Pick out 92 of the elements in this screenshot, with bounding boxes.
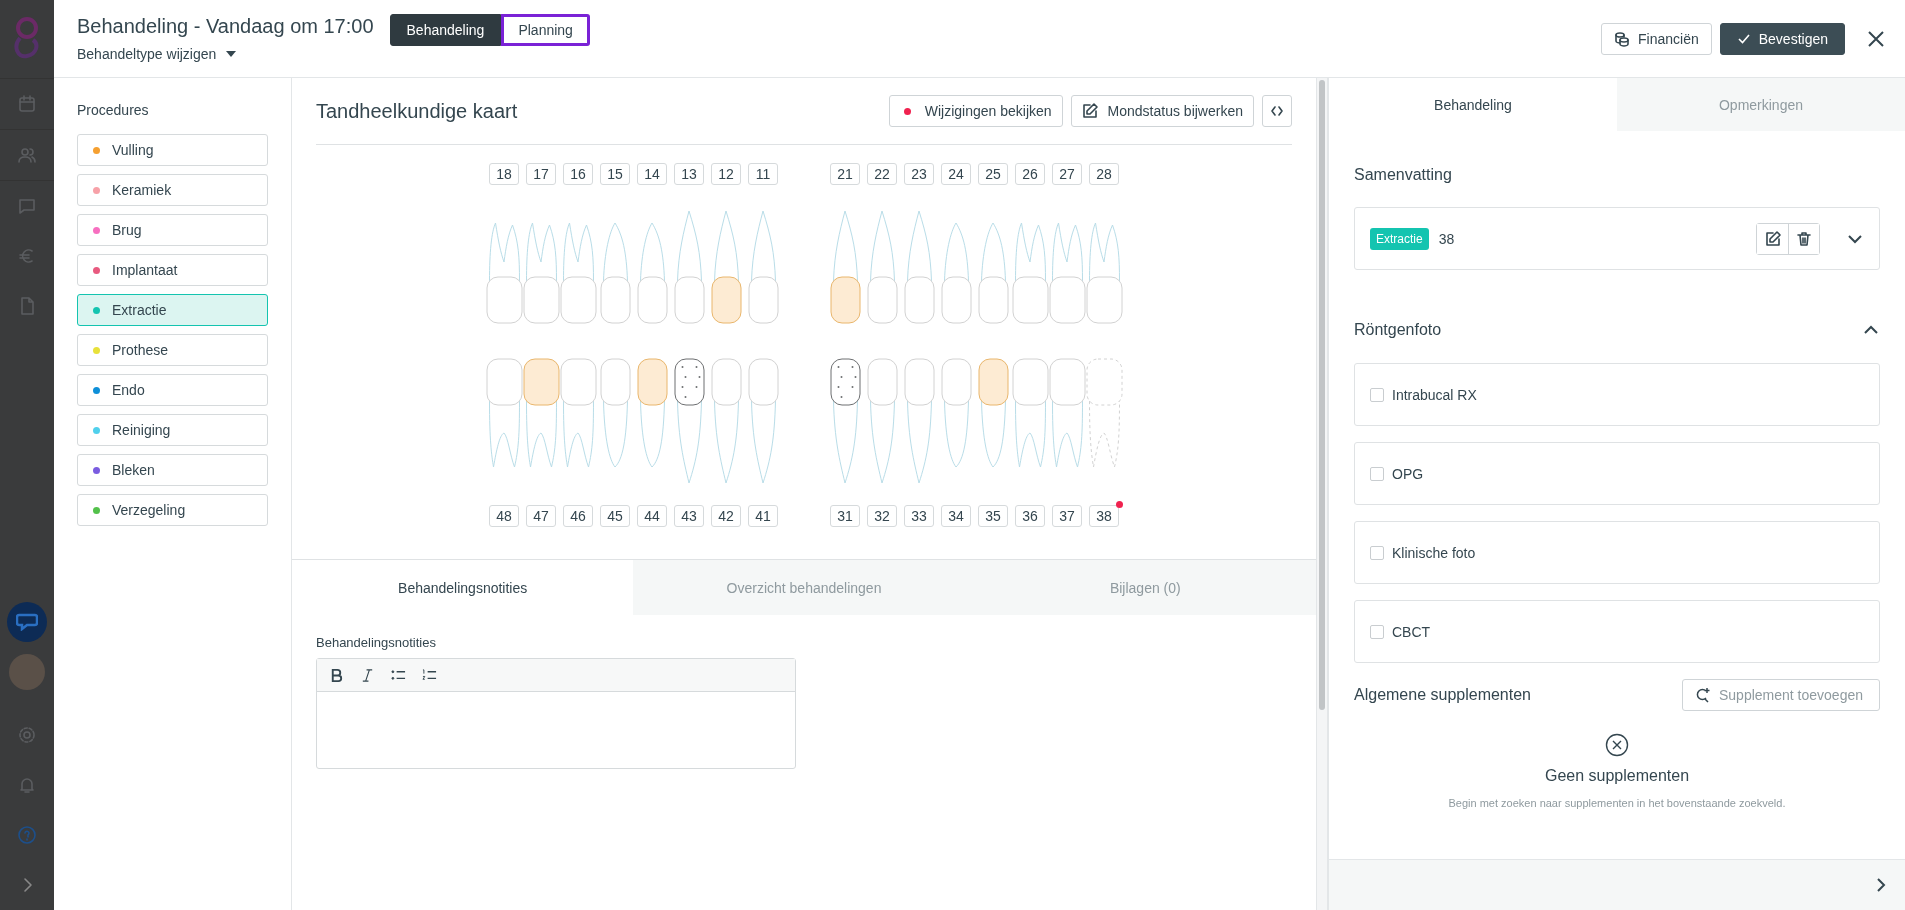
- tooth-number[interactable]: 48: [489, 505, 519, 527]
- confirm-button[interactable]: Bevestigen: [1719, 22, 1845, 55]
- calendar-icon: [18, 95, 36, 113]
- procedure-item[interactable]: Reiniging: [77, 414, 268, 446]
- status-dot: [903, 107, 911, 115]
- edit-icon: [1081, 103, 1098, 119]
- view-changes-button[interactable]: Wijzigingen bekijken: [888, 95, 1063, 127]
- procedure-item[interactable]: Bleken: [77, 454, 268, 486]
- chat-icon: [18, 197, 36, 215]
- view-tab[interactable]: Behandeling: [389, 13, 502, 46]
- tooth-number[interactable]: 13: [674, 163, 704, 185]
- procedure-item[interactable]: Vulling: [77, 134, 268, 166]
- tooth-number[interactable]: 27: [1052, 163, 1082, 185]
- checkbox-label: CBCT: [1392, 623, 1431, 640]
- procedure-tag: Extractie: [1370, 227, 1429, 250]
- scrollbar-thumb[interactable]: [1319, 80, 1325, 710]
- close-circle-icon: [1605, 733, 1629, 757]
- edit-icon[interactable]: [1764, 230, 1781, 247]
- tooth-number[interactable]: 26: [1015, 163, 1045, 185]
- section-title: Samenvatting: [1354, 166, 1453, 184]
- tooth-number[interactable]: 35: [978, 505, 1008, 527]
- procedure-item[interactable]: Implantaat: [77, 254, 268, 286]
- tooth-number[interactable]: 16: [563, 163, 593, 185]
- tooth-number[interactable]: 21: [830, 163, 860, 185]
- checkbox-label: Intrabucal RX: [1392, 386, 1477, 403]
- tooth-number[interactable]: 41: [748, 505, 778, 527]
- treatment-type-dropdown[interactable]: Behandeltype wijzigen: [77, 46, 374, 62]
- section-title: Algemene supplementen: [1354, 686, 1531, 704]
- tooth-number[interactable]: 12: [711, 163, 741, 185]
- caret-icon: [226, 51, 237, 57]
- chart-title: Tandheelkundige kaart: [316, 99, 519, 123]
- procedure-item[interactable]: Prothese: [77, 334, 268, 366]
- checkbox-label: OPG: [1392, 465, 1424, 482]
- tooth-number[interactable]: 22: [867, 163, 897, 185]
- tooth-number[interactable]: 14: [637, 163, 667, 185]
- code-button[interactable]: [1262, 95, 1292, 127]
- document-icon: [18, 297, 36, 315]
- tooth-number[interactable]: 33: [904, 505, 934, 527]
- tooth-number[interactable]: 44: [637, 505, 667, 527]
- tooth-number[interactable]: 11: [748, 163, 778, 185]
- tooth-number[interactable]: 23: [904, 163, 934, 185]
- chat-button[interactable]: [7, 602, 47, 642]
- tooth-number[interactable]: 42: [711, 505, 741, 527]
- tooth-number[interactable]: 32: [867, 505, 897, 527]
- tooth-number[interactable]: 37: [1052, 505, 1082, 527]
- tooth-number[interactable]: 18: [489, 163, 519, 185]
- checkbox[interactable]: [1370, 545, 1384, 560]
- tooth-number[interactable]: 28: [1089, 163, 1119, 185]
- view-tab[interactable]: Planning: [501, 13, 590, 46]
- page-title: Behandeling - Vandaag om 17:00: [77, 15, 374, 38]
- field-label: Behandelingsnotities: [316, 635, 437, 650]
- code-icon: [1271, 105, 1283, 117]
- tooth-number[interactable]: 31: [830, 505, 860, 527]
- bold-icon[interactable]: [329, 667, 344, 683]
- search-plus-icon: [1695, 687, 1711, 703]
- checkbox[interactable]: [1370, 466, 1384, 481]
- euro-icon: [18, 247, 36, 265]
- update-status-button[interactable]: Mondstatus bijwerken: [1070, 95, 1254, 127]
- close-icon: [1867, 29, 1885, 48]
- checkbox-label: Klinische foto: [1392, 544, 1476, 561]
- tooth-number[interactable]: 47: [526, 505, 556, 527]
- tooth-number[interactable]: 25: [978, 163, 1008, 185]
- procedure-item[interactable]: Keramiek: [77, 174, 268, 206]
- section-title: Procedures: [77, 102, 150, 118]
- tooth-number[interactable]: 34: [941, 505, 971, 527]
- procedure-item[interactable]: Verzegeling: [77, 494, 268, 526]
- chat-icon: [16, 613, 38, 631]
- tooth-number[interactable]: 43: [674, 505, 704, 527]
- bullet-list-icon[interactable]: [391, 667, 406, 683]
- tooth-number[interactable]: 17: [526, 163, 556, 185]
- tooth-number[interactable]: 15: [600, 163, 630, 185]
- procedure-item[interactable]: Extractie: [77, 294, 268, 326]
- checkbox[interactable]: [1370, 624, 1384, 639]
- procedure-item[interactable]: Brug: [77, 214, 268, 246]
- bell-icon[interactable]: [18, 776, 36, 794]
- section-title: Röntgenfoto: [1354, 321, 1442, 339]
- tooth-number[interactable]: 46: [563, 505, 593, 527]
- settings-icon[interactable]: [18, 726, 36, 744]
- tooth-number[interactable]: 24: [941, 163, 971, 185]
- procedure-item[interactable]: Endo: [77, 374, 268, 406]
- tooth-number: 38: [1438, 230, 1456, 247]
- empty-state-hint: Begin met zoeken naar supplementen in het bovenstaande zoekveld.: [1448, 797, 1786, 809]
- italic-icon[interactable]: [360, 667, 375, 683]
- numbered-list-icon[interactable]: [422, 667, 437, 683]
- finance-button[interactable]: Financiën: [1601, 22, 1712, 55]
- trash-icon[interactable]: [1796, 230, 1812, 247]
- tooth-number[interactable]: 36: [1015, 505, 1045, 527]
- coins-icon: [1614, 30, 1630, 47]
- people-icon: [18, 146, 36, 164]
- empty-state-title: Geen supplementen: [1544, 767, 1690, 785]
- checkbox[interactable]: [1370, 387, 1384, 402]
- tooth-number[interactable]: 45: [600, 505, 630, 527]
